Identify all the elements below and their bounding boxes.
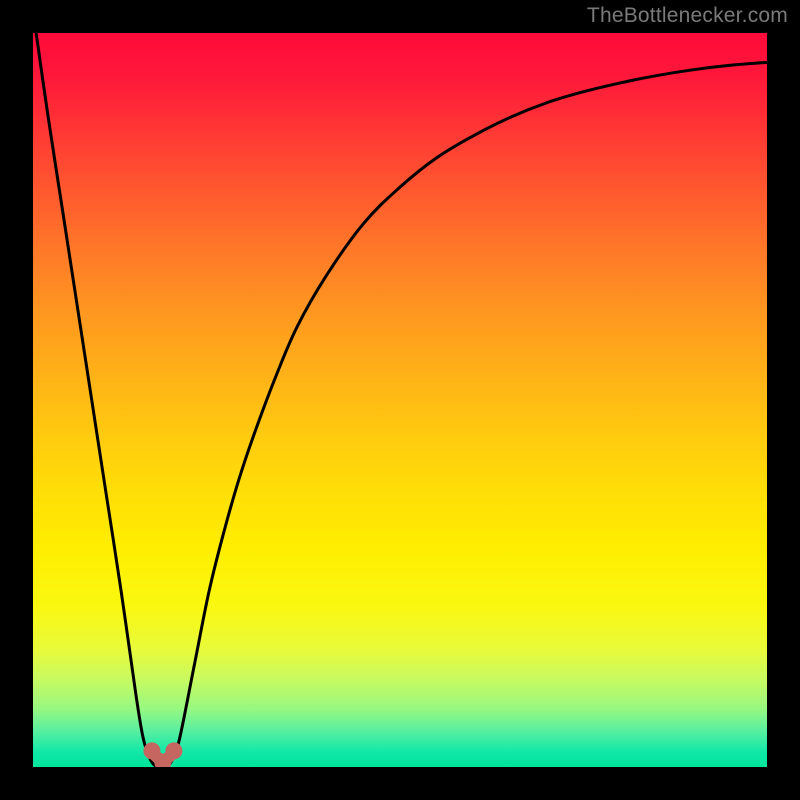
chart-frame: TheBottlenecker.com xyxy=(0,0,800,800)
plot-area xyxy=(33,33,767,767)
curve-layer xyxy=(33,33,767,767)
chart-svg xyxy=(33,33,767,767)
marker-layer xyxy=(143,742,182,767)
watermark-text: TheBottlenecker.com xyxy=(587,4,788,28)
bottleneck-curve xyxy=(33,33,767,767)
